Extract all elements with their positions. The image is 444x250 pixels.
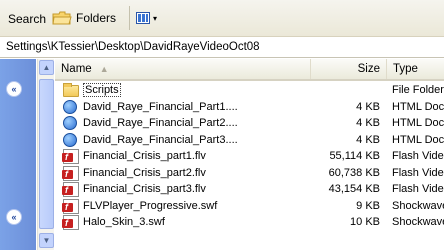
html-document-icon (63, 132, 81, 148)
column-header-name[interactable]: Name ▲ (55, 59, 310, 79)
file-name: FLVPlayer_Progressive.swf (83, 199, 218, 212)
address-path: Settings\KTessier\Desktop\DavidRayeVideo… (6, 41, 260, 53)
file-row[interactable]: FLVPlayer_Progressive.swf 9 KB Shockwave… (55, 198, 444, 215)
flash-video-icon (62, 149, 79, 164)
views-button[interactable]: ▾ (136, 8, 162, 28)
file-size: 4 KB (356, 133, 380, 146)
file-type: Flash Video File (392, 150, 444, 162)
column-name-label: Name (61, 63, 92, 75)
file-row[interactable]: David_Raye_Financial_Part2.... 4 KB HTML… (55, 115, 444, 132)
file-size: 43,154 KB (328, 183, 380, 195)
file-name: Financial_Crisis_part1.flv (83, 150, 206, 162)
scroll-up-icon[interactable]: ▲ (39, 60, 54, 75)
file-name: David_Raye_Financial_Part2.... (83, 117, 238, 129)
file-size: 55,114 KB (329, 150, 380, 162)
file-name: David_Raye_Financial_Part3.... (83, 133, 238, 146)
file-type: Flash Video File (392, 166, 444, 179)
file-row[interactable]: Financial_Crisis_part2.flv 60,738 KB Fla… (55, 165, 444, 182)
file-type: Shockwave Flash O (392, 199, 444, 212)
toolbar: Search Folders ▾ (0, 0, 444, 37)
file-name: Scripts (83, 83, 121, 97)
file-name: David_Raye_Financial_Part1.... (83, 100, 238, 113)
file-name: Financial_Crisis_part3.flv (83, 183, 206, 195)
sort-ascending-icon: ▲ (99, 64, 109, 74)
file-type: HTML Document (392, 133, 444, 146)
file-name: Financial_Crisis_part2.flv (83, 166, 206, 179)
shockwave-flash-icon (62, 198, 79, 214)
html-document-icon (63, 99, 81, 115)
file-type: HTML Document (392, 117, 444, 129)
folders-button[interactable]: Folders (52, 6, 126, 30)
file-size: 4 KB (356, 117, 380, 129)
folder-icon (63, 83, 79, 97)
html-document-icon (63, 116, 81, 131)
flash-video-icon (62, 182, 79, 197)
dropdown-arrow-icon: ▾ (153, 13, 158, 23)
collapse-section-icon[interactable]: « (6, 81, 22, 97)
column-header: Name ▲ Size Type (55, 59, 444, 81)
file-row[interactable]: Financial_Crisis_part3.flv 43,154 KB Fla… (55, 181, 444, 198)
task-pane: « « (0, 59, 36, 250)
folder-icon (52, 10, 72, 26)
file-row[interactable]: David_Raye_Financial_Part3.... 4 KB HTML… (55, 132, 444, 149)
toolbar-separator (129, 6, 130, 30)
shockwave-flash-icon (62, 215, 79, 230)
folders-label: Folders (76, 11, 117, 25)
file-row[interactable]: David_Raye_Financial_Part1.... 4 KB HTML… (55, 99, 444, 116)
file-list: Scripts File Folder David_Raye_Financial… (55, 82, 444, 231)
file-type: File Folder (392, 84, 444, 96)
column-header-size[interactable]: Size (310, 59, 386, 79)
search-button[interactable]: Search (8, 12, 46, 26)
address-bar[interactable]: Settings\KTessier\Desktop\DavidRayeVideo… (0, 38, 444, 58)
file-type: Shockwave Flash O (392, 216, 444, 228)
file-type: Flash Video File (392, 183, 444, 195)
vertical-scrollbar[interactable]: ▲ ▼ (37, 59, 54, 250)
collapse-section-icon[interactable]: « (6, 209, 22, 225)
file-row[interactable]: Financial_Crisis_part1.flv 55,114 KB Fla… (55, 148, 444, 165)
file-type: HTML Document (392, 100, 444, 113)
file-size: 4 KB (356, 100, 380, 113)
file-size: 10 KB (350, 216, 380, 228)
views-grid-icon (136, 12, 150, 24)
column-header-type[interactable]: Type (386, 59, 444, 79)
flash-video-icon (62, 165, 79, 181)
file-size: 9 KB (356, 199, 380, 212)
file-row[interactable]: Halo_Skin_3.swf 10 KB Shockwave Flash O (55, 214, 444, 231)
scrollbar-thumb[interactable] (39, 79, 54, 229)
file-row[interactable]: Scripts File Folder (55, 82, 444, 99)
scroll-down-icon[interactable]: ▼ (39, 233, 54, 248)
file-name: Halo_Skin_3.swf (83, 216, 165, 228)
file-size: 60,738 KB (328, 166, 380, 179)
